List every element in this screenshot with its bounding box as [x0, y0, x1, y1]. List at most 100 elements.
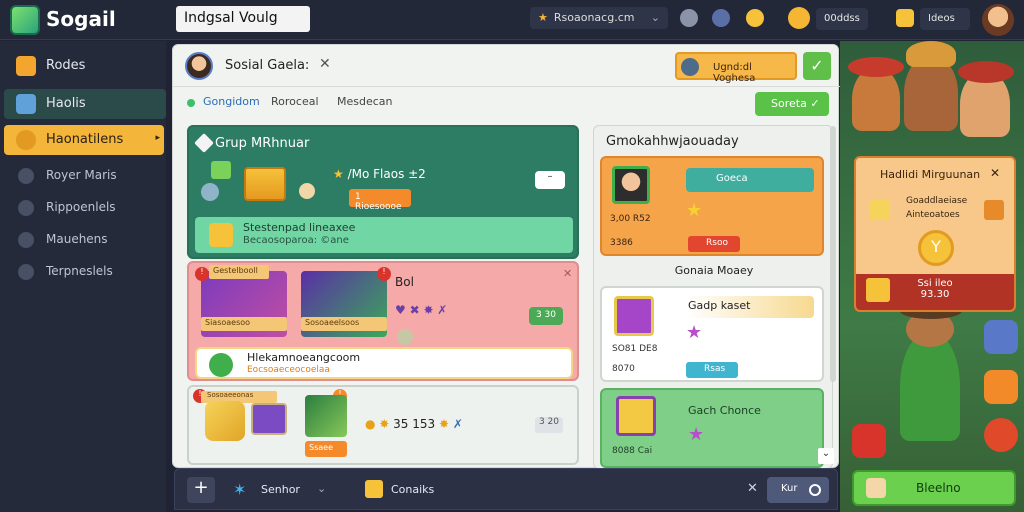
scrollbar[interactable]	[830, 126, 836, 382]
group-card-title: Grup MRhnuar	[215, 136, 310, 151]
game-card-title: Bol	[395, 275, 414, 289]
close-icon[interactable]: ✕	[990, 166, 1000, 180]
game-card-icons: ♥ ✖ ✸ ✗	[395, 303, 448, 317]
panel-tabs: Gongidom Roroceal Mesdecan	[173, 89, 840, 117]
sidebar-item-rippoenlels[interactable]: Rippoenlels	[4, 193, 166, 223]
collapse-icon[interactable]: ⌄	[818, 448, 834, 464]
gift-icon	[896, 9, 914, 27]
sword-button-icon[interactable]	[984, 370, 1018, 404]
chance-card-stat: 8088 Cai	[612, 446, 653, 456]
bottom-item-conaiks[interactable]: Conaiks	[391, 483, 434, 496]
sidebar-item-royer-maris[interactable]: Royer Maris	[4, 161, 166, 191]
player-card-pill[interactable]: Rsoo	[688, 236, 740, 252]
gems-count: Ideos	[920, 8, 970, 30]
item-thumbnail[interactable]	[305, 395, 347, 437]
sidebar-item-label: Rippoenlels	[46, 200, 116, 214]
tab-mesdecan[interactable]: Mesdecan	[337, 95, 393, 108]
reward-card-line1: Goaddlaeiase	[906, 196, 968, 206]
player-card[interactable]: Goeca ★ 3,00 R52 3386 Rsoo	[600, 156, 824, 256]
gadget-card-stat: SO81 DE8	[612, 344, 658, 354]
camera-button-icon[interactable]	[852, 424, 886, 458]
coin-ring-icon: Y	[918, 230, 954, 266]
soreta-button[interactable]: Soreta ✓	[755, 92, 829, 116]
banner-subtitle: Becaosoparoa: ©ane	[243, 235, 349, 246]
sidebar-item-haolis[interactable]: Haolis	[4, 89, 166, 119]
sidebar-item-label: Rodes	[46, 58, 86, 73]
player-avatar[interactable]	[612, 166, 650, 204]
user-avatar[interactable]	[982, 4, 1014, 36]
document-title-field[interactable]: Indgsal Voulg	[176, 6, 310, 32]
gadget-card[interactable]: Gadp kaset ★ SO81 DE8 8070 Rsas	[600, 286, 824, 382]
close-icon[interactable]: ✕	[747, 481, 758, 496]
game-card-chip[interactable]: 3 30	[529, 307, 563, 325]
gadget-card-bar[interactable]: Gadp kaset	[686, 296, 814, 318]
record-button-icon[interactable]	[984, 418, 1018, 452]
player-card-bar[interactable]: Goeca	[686, 168, 814, 192]
globe-icon	[681, 58, 699, 76]
search-icon[interactable]	[680, 9, 698, 27]
shield-icon	[201, 183, 219, 201]
add-button[interactable]: +	[187, 477, 215, 503]
bottom-item-senhor[interactable]: Senhor	[261, 483, 300, 496]
notification-badge: !	[195, 267, 209, 281]
close-icon[interactable]: ✕	[563, 267, 572, 280]
gift-box-icon	[244, 167, 286, 201]
group-icon	[18, 200, 34, 216]
app-name: Sogail	[46, 7, 116, 31]
search-bar[interactable]: ★ Rsoaonacg.cm ⌄	[530, 7, 668, 29]
search-text: Rsoaonacg.cm	[553, 11, 635, 24]
chance-card[interactable]: Gach Chonce ★ 8088 Cai	[600, 388, 824, 468]
thumbnail-tag: Gestelbooll	[209, 265, 269, 279]
chest-icon	[616, 396, 656, 436]
confirm-button[interactable]: ✓	[803, 52, 831, 80]
primary-action-button[interactable]: Bleelno	[852, 470, 1016, 506]
gift-box-icon	[614, 296, 654, 336]
gadget-card-pill[interactable]: Rsas	[686, 362, 738, 378]
reward-card[interactable]: Hadlidi Mirguunan ✕ Goaddlaeiase Ainteoa…	[854, 156, 1016, 312]
chevron-down-icon[interactable]: ⌄	[317, 482, 326, 495]
coins-count: 00ddss	[816, 8, 868, 30]
bottom-pill-button[interactable]: Kur	[767, 477, 829, 503]
bottom-bar: + ✶ Senhor ⌄ Conaiks ✕ Kur	[174, 468, 838, 510]
item-pill[interactable]: Ssaee	[305, 441, 347, 457]
match-icon	[18, 232, 34, 248]
group-card[interactable]: Grup MRhnuar ★ /Mo Flaos ±2 1 Rioesoooe …	[187, 125, 579, 259]
panel-header: Sosial Gaela: ✕ Ugnd:dl Voghesa ✓	[173, 45, 840, 87]
group-card-chip[interactable]: –	[535, 171, 565, 189]
sidebar-item-terpneslels[interactable]: Terpneslels	[4, 257, 166, 287]
item-card[interactable]: ! Sosoaeeonas ! Ssaee ● ✸ 35 153 ✸ ✗ 3 2…	[187, 385, 579, 465]
trophy-icon[interactable]	[746, 9, 764, 27]
gem-icon	[984, 200, 1004, 220]
person-icon	[18, 168, 34, 184]
sidebar-item-rodes[interactable]: Rodes	[4, 51, 166, 81]
group-card-banner[interactable]: Stestenpad lineaxee Becaosoparoa: ©ane	[195, 217, 573, 253]
game-card-banner[interactable]: Hlekamnoeangcoom Eocsoaeceocoelaa	[195, 347, 573, 379]
tab-roroceal[interactable]: Roroceal	[271, 95, 319, 108]
reward-card-line2: Ainteoatoes	[906, 210, 960, 220]
target-icon[interactable]	[712, 9, 730, 27]
group-card-pill[interactable]: 1 Rioesoooe	[349, 189, 411, 212]
sidebar-item-label: Royer Maris	[46, 168, 117, 182]
tab-gongidom[interactable]: Gongidom	[203, 95, 260, 108]
star-button-icon[interactable]	[984, 320, 1018, 354]
star-icon: ★	[686, 322, 703, 343]
star-icon: ★	[333, 167, 348, 181]
star-icon: ★	[688, 424, 705, 445]
chevron-down-icon[interactable]: ⌄	[651, 11, 660, 24]
game-card[interactable]: ! Gestelbooll Siasoaesoo ! Sosoaeelsoos …	[187, 261, 579, 381]
sidebar-item-haonatilens[interactable]: Haonatilens ▸	[4, 125, 164, 155]
check-circle-icon	[209, 353, 233, 377]
item-chip[interactable]: 3 20	[535, 417, 563, 433]
social-panel: Sosial Gaela: ✕ Ugnd:dl Voghesa ✓ Gongid…	[172, 44, 840, 469]
sidebar-item-mauehens[interactable]: Mauehens	[4, 225, 166, 255]
player-card-score: 3386	[610, 238, 633, 248]
spellbook-icon	[251, 403, 287, 435]
bottom-pill-label: Kur	[781, 483, 798, 494]
notification-badge: !	[377, 267, 391, 281]
chevron-right-icon: ▸	[155, 133, 160, 143]
panel-avatar[interactable]	[185, 52, 213, 80]
group-card-stat: ★ /Mo Flaos ±2	[333, 167, 426, 181]
thumbnail-caption: Sosoaeelsoos	[301, 317, 387, 331]
butterfly-icon: ✶	[233, 480, 247, 499]
close-icon[interactable]: ✕	[319, 56, 331, 72]
